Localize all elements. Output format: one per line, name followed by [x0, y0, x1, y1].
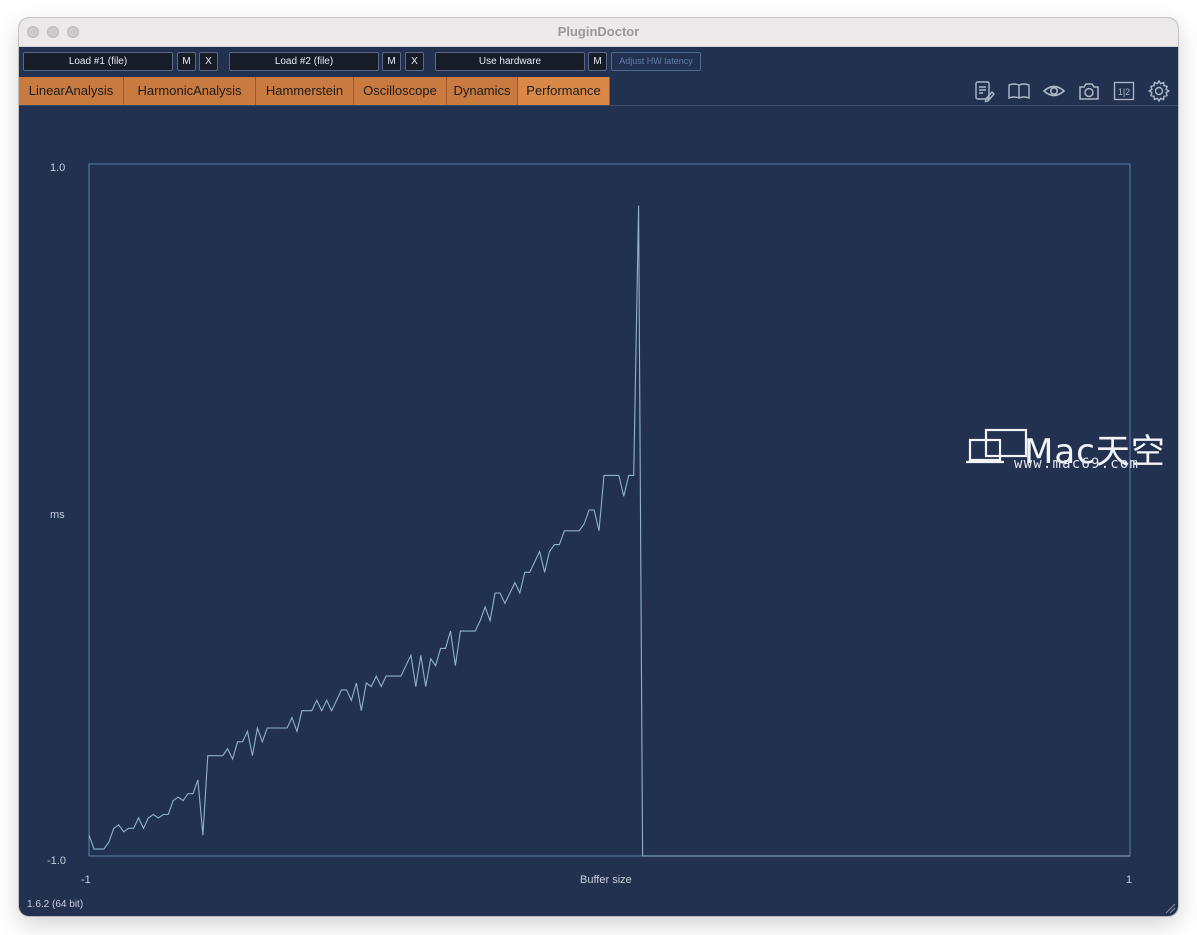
x-tick-min: -1: [81, 874, 91, 886]
x-axis-label: Buffer size: [580, 874, 632, 886]
y-axis-label: ms: [50, 509, 65, 521]
series-line: [88, 205, 1130, 857]
plot-frame: [88, 163, 1131, 857]
resize-grip-icon[interactable]: [1164, 902, 1176, 914]
version-label: 1.6.2 (64 bit): [27, 899, 84, 910]
y-tick-max: 1.0: [50, 162, 66, 174]
x-tick-max: 1: [1126, 874, 1133, 886]
watermark: Mac天空 www.mac69.com: [966, 424, 1166, 480]
y-tick-min: -1.0: [47, 855, 66, 867]
series-group: [88, 205, 1130, 857]
watermark-url: www.mac69.com: [1014, 456, 1140, 472]
